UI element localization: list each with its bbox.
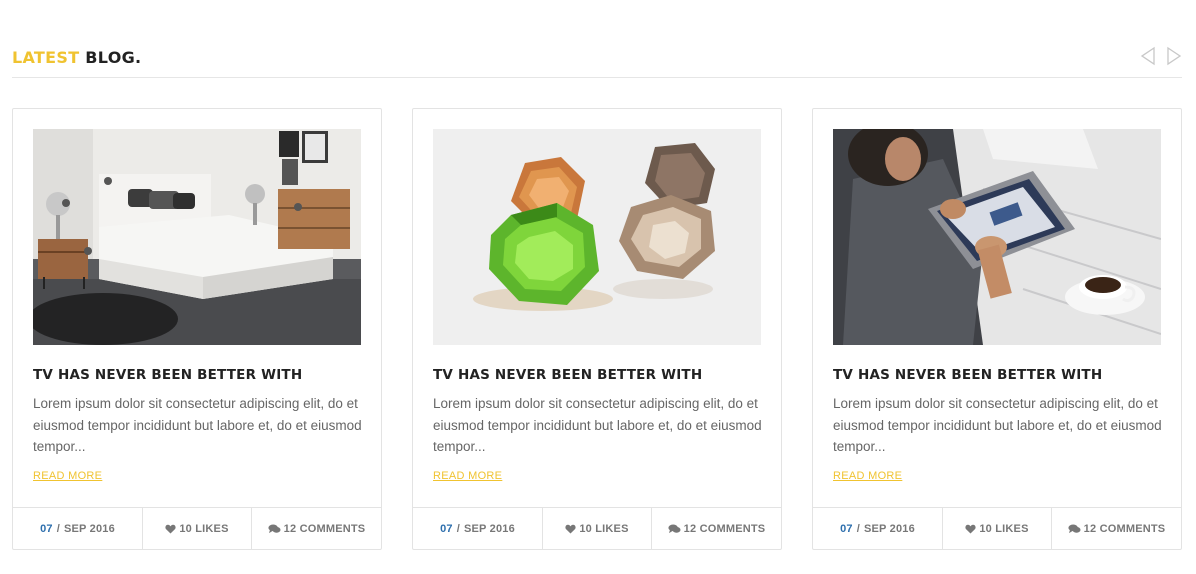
date-separator: / (456, 522, 460, 535)
post-likes[interactable]: 10 LIKES (543, 508, 652, 549)
post-comments[interactable]: 12 COMMENTS (1052, 508, 1181, 549)
date-day: 07 (40, 522, 53, 535)
post-date: 07 / SEP 2016 (413, 508, 543, 549)
heart-icon (565, 524, 576, 534)
blog-card-image-bedroom[interactable] (33, 129, 361, 345)
post-comments[interactable]: 12 COMMENTS (252, 508, 381, 549)
post-comments[interactable]: 12 COMMENTS (652, 508, 781, 549)
read-more-link[interactable]: READ MORE (433, 470, 502, 482)
comments-count: 12 COMMENTS (283, 522, 366, 535)
next-arrow-icon[interactable] (1166, 46, 1182, 66)
read-more-link[interactable]: READ MORE (833, 470, 902, 482)
section-title-main: BLOG. (85, 48, 142, 67)
blog-card-footer: 07 / SEP 2016 10 LIKES 12 COMMENTS (413, 507, 781, 549)
blog-card-excerpt: Lorem ipsum dolor sit consectetur adipis… (833, 396, 1162, 454)
blog-card-image-dodecahedrons[interactable] (433, 129, 761, 345)
post-date: 07 / SEP 2016 (13, 508, 143, 549)
read-more-link[interactable]: READ MORE (33, 470, 102, 482)
blog-card-title[interactable]: TV HAS NEVER BEEN BETTER WITH (433, 367, 702, 383)
comments-icon (1068, 524, 1081, 534)
blog-card-title[interactable]: TV HAS NEVER BEEN BETTER WITH (833, 367, 1102, 383)
prev-arrow-icon[interactable] (1140, 46, 1156, 66)
comments-icon (268, 524, 281, 534)
heart-icon (965, 524, 976, 534)
date-separator: / (56, 522, 60, 535)
likes-count: 10 LIKES (179, 522, 229, 535)
post-likes[interactable]: 10 LIKES (943, 508, 1052, 549)
date-day: 07 (840, 522, 853, 535)
comments-icon (668, 524, 681, 534)
blog-card-footer: 07 / SEP 2016 10 LIKES 12 COMMENTS (13, 507, 381, 549)
comments-count: 12 COMMENTS (683, 522, 766, 535)
comments-count: 12 COMMENTS (1083, 522, 1166, 535)
blog-card-title[interactable]: TV HAS NEVER BEEN BETTER WITH (33, 367, 302, 383)
blog-card: TV HAS NEVER BEEN BETTER WITH Lorem ipsu… (812, 108, 1182, 550)
post-date: 07 / SEP 2016 (813, 508, 943, 549)
date-day: 07 (440, 522, 453, 535)
blog-card-footer: 07 / SEP 2016 10 LIKES 12 COMMENTS (813, 507, 1181, 549)
blog-card: TV HAS NEVER BEEN BETTER WITH Lorem ipsu… (412, 108, 782, 550)
date-month-year: SEP 2016 (863, 522, 915, 535)
likes-count: 10 LIKES (579, 522, 629, 535)
date-separator: / (856, 522, 860, 535)
blog-card: TV HAS NEVER BEEN BETTER WITH Lorem ipsu… (12, 108, 382, 550)
blog-card-excerpt: Lorem ipsum dolor sit consectetur adipis… (33, 396, 362, 454)
section-title-accent: LATEST (12, 48, 80, 67)
section-title: LATEST BLOG. (12, 48, 141, 67)
carousel-nav (1140, 46, 1182, 66)
post-likes[interactable]: 10 LIKES (143, 508, 252, 549)
likes-count: 10 LIKES (979, 522, 1029, 535)
blog-card-excerpt: Lorem ipsum dolor sit consectetur adipis… (433, 396, 762, 454)
date-month-year: SEP 2016 (63, 522, 115, 535)
blog-card-image-tablet[interactable] (833, 129, 1161, 345)
blog-section-header: LATEST BLOG. (12, 46, 1182, 78)
date-month-year: SEP 2016 (463, 522, 515, 535)
heart-icon (165, 524, 176, 534)
